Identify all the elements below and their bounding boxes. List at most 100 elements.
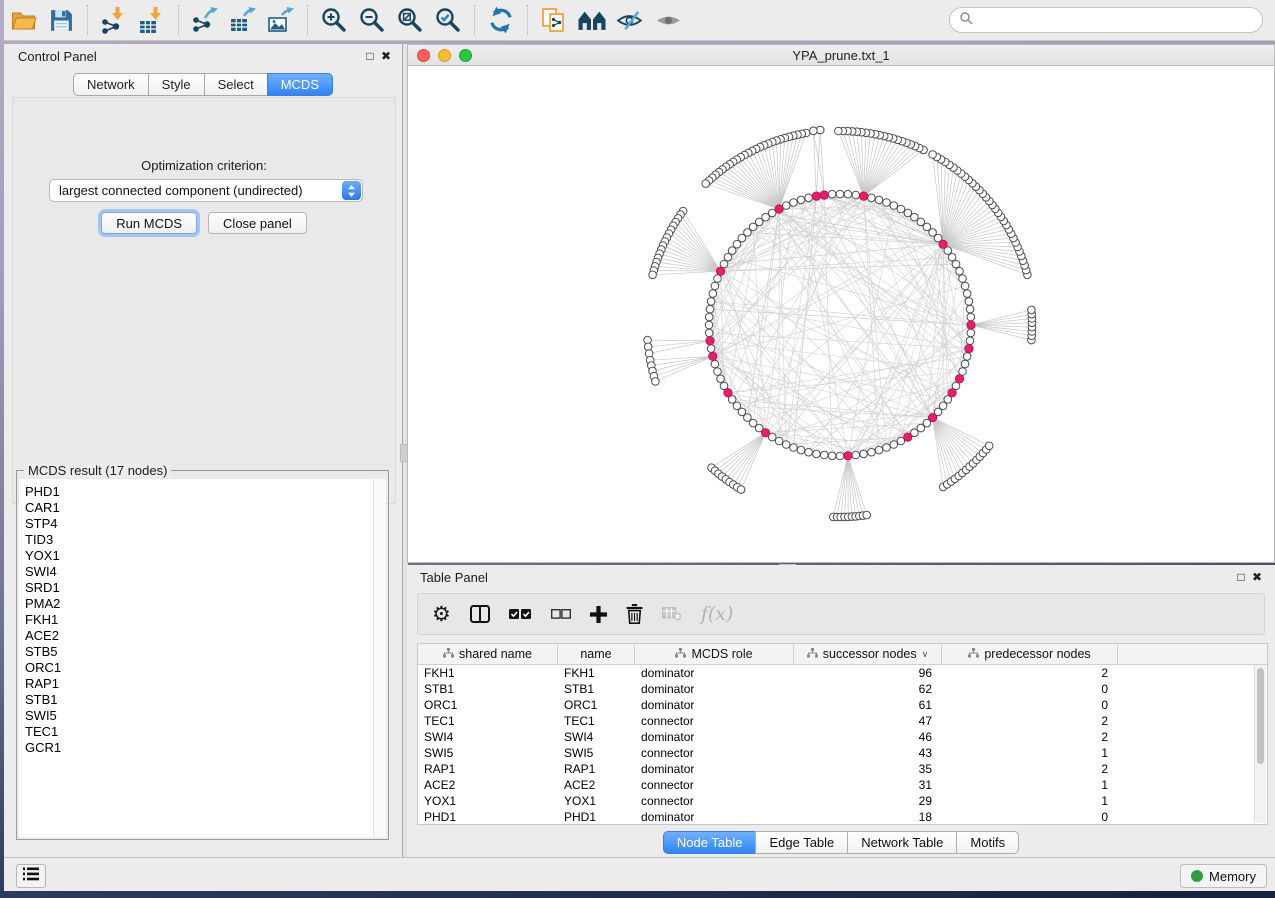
- cell-name: SWI5: [558, 746, 635, 760]
- tab-network-table[interactable]: Network Table: [847, 831, 956, 854]
- tab-style[interactable]: Style: [148, 73, 204, 96]
- mcds-result-item[interactable]: STP4: [19, 516, 374, 532]
- mcds-list-scrollbar[interactable]: [373, 479, 386, 837]
- table-panel-titlebar: Table Panel □ ✖: [407, 565, 1275, 589]
- tab-mcds[interactable]: MCDS: [267, 73, 333, 96]
- criterion-selected-value: largest connected component (undirected): [59, 183, 303, 198]
- open-folder-icon[interactable]: [4, 3, 42, 37]
- cell-successor_nodes: 96: [794, 666, 942, 680]
- tab-motifs[interactable]: Motifs: [956, 831, 1019, 854]
- close-panel-icon[interactable]: ✖: [1249, 569, 1265, 585]
- save-icon[interactable]: [42, 3, 80, 37]
- memory-button[interactable]: Memory: [1180, 864, 1267, 888]
- tab-network[interactable]: Network: [73, 73, 148, 96]
- column-header-shared_name[interactable]: shared name: [418, 644, 558, 664]
- column-header-name[interactable]: name: [558, 644, 635, 664]
- export-network-icon[interactable]: [186, 3, 224, 37]
- show-all-icon[interactable]: [649, 3, 687, 37]
- tab-node-table[interactable]: Node Table: [663, 831, 756, 854]
- column-header-successor_nodes[interactable]: successor nodes∨: [794, 644, 942, 664]
- table-row[interactable]: ORC1ORC1dominator610: [418, 697, 1267, 713]
- table-scrollbar[interactable]: [1254, 665, 1266, 823]
- mcds-result-item[interactable]: GCR1: [19, 740, 374, 756]
- table-row[interactable]: YOX1YOX1connector291: [418, 793, 1267, 809]
- table-row[interactable]: ACE2ACE2connector311: [418, 777, 1267, 793]
- float-panel-icon[interactable]: □: [362, 48, 378, 64]
- run-mcds-button[interactable]: Run MCDS: [101, 212, 197, 234]
- cell-successor_nodes: 47: [794, 714, 942, 728]
- network-window-titlebar[interactable]: YPA_prune.txt_1: [408, 45, 1274, 66]
- mcds-result-groupbox: MCDS result (17 nodes) PHD1CAR1STP4TID3Y…: [16, 470, 389, 840]
- first-neighbors-icon[interactable]: [573, 3, 611, 37]
- table-row[interactable]: RAP1RAP1dominator352: [418, 761, 1267, 777]
- apply-layout-icon[interactable]: [482, 3, 520, 37]
- zoom-out-icon[interactable]: [353, 3, 391, 37]
- mcds-result-item[interactable]: SWI4: [19, 564, 374, 580]
- column-label: name: [580, 647, 611, 661]
- table-row[interactable]: SWI4SWI4dominator462: [418, 729, 1267, 745]
- mcds-result-item[interactable]: CAR1: [19, 500, 374, 516]
- close-panel-icon[interactable]: ✖: [378, 48, 394, 64]
- mcds-result-item[interactable]: PHD1: [19, 484, 374, 500]
- task-history-button[interactable]: [16, 864, 46, 888]
- import-network-icon[interactable]: [95, 3, 133, 37]
- search-input[interactable]: [978, 12, 1253, 28]
- mcds-result-item[interactable]: SRD1: [19, 580, 374, 596]
- mcds-result-item[interactable]: ACE2: [19, 628, 374, 644]
- hide-selection-icon[interactable]: [611, 3, 649, 37]
- delete-table-icon[interactable]: [662, 607, 682, 621]
- add-column-icon[interactable]: [590, 606, 607, 623]
- column-header-mcds_role[interactable]: MCDS role: [635, 644, 794, 664]
- cell-successor_nodes: 29: [794, 794, 942, 808]
- mcds-result-item[interactable]: STB5: [19, 644, 374, 660]
- deselect-all-icon[interactable]: [551, 609, 571, 620]
- cell-name: ORC1: [558, 698, 635, 712]
- zoom-in-icon[interactable]: [315, 3, 353, 37]
- mcds-result-item[interactable]: YOX1: [19, 548, 374, 564]
- column-selector-icon[interactable]: [470, 605, 490, 623]
- cell-mcds_role: connector: [635, 714, 794, 728]
- mcds-result-item[interactable]: TID3: [19, 532, 374, 548]
- close-panel-button[interactable]: Close panel: [208, 212, 307, 234]
- delete-column-icon[interactable]: [626, 604, 643, 624]
- shared-column-icon: [968, 647, 979, 661]
- cell-predecessor_nodes: 2: [942, 714, 1118, 728]
- column-header-predecessor_nodes[interactable]: predecessor nodes: [942, 644, 1118, 664]
- cell-mcds_role: dominator: [635, 682, 794, 696]
- select-all-icon[interactable]: [509, 608, 532, 620]
- cell-predecessor_nodes: 0: [942, 698, 1118, 712]
- select-stepper-icon: [342, 181, 361, 200]
- mcds-result-item[interactable]: FKH1: [19, 612, 374, 628]
- optimization-criterion-select[interactable]: largest connected component (undirected): [49, 179, 363, 202]
- function-builder-icon[interactable]: f(x): [701, 603, 734, 625]
- mcds-result-item[interactable]: STB1: [19, 692, 374, 708]
- table-scrollbar-thumb[interactable]: [1257, 668, 1264, 764]
- cell-successor_nodes: 35: [794, 762, 942, 776]
- new-network-from-selection-icon[interactable]: [535, 3, 573, 37]
- network-search-field[interactable]: [949, 7, 1263, 33]
- table-row[interactable]: SWI5SWI5connector431: [418, 745, 1267, 761]
- export-table-icon[interactable]: [224, 3, 262, 37]
- table-row[interactable]: TEC1TEC1connector472: [418, 713, 1267, 729]
- table-row[interactable]: STB1STB1dominator620: [418, 681, 1267, 697]
- mcds-result-list[interactable]: PHD1CAR1STP4TID3YOX1SWI4SRD1PMA2FKH1ACE2…: [19, 479, 374, 837]
- zoom-selected-icon[interactable]: [429, 3, 467, 37]
- mcds-result-item[interactable]: TEC1: [19, 724, 374, 740]
- table-row[interactable]: FKH1FKH1dominator962: [418, 665, 1267, 681]
- import-table-icon[interactable]: [133, 3, 171, 37]
- mcds-result-item[interactable]: PMA2: [19, 596, 374, 612]
- settings-gear-icon[interactable]: ⚙: [432, 604, 451, 624]
- table-row[interactable]: PHD1PHD1dominator180: [418, 809, 1267, 825]
- float-panel-icon[interactable]: □: [1233, 569, 1249, 585]
- mcds-result-item[interactable]: SWI5: [19, 708, 374, 724]
- export-image-icon[interactable]: [262, 3, 300, 37]
- tab-select[interactable]: Select: [204, 73, 267, 96]
- mcds-result-item[interactable]: RAP1: [19, 676, 374, 692]
- tab-edge-table[interactable]: Edge Table: [755, 831, 847, 854]
- mcds-panel: Optimization criterion: largest connecte…: [12, 97, 396, 504]
- mcds-result-item[interactable]: ORC1: [19, 660, 374, 676]
- cell-successor_nodes: 31: [794, 778, 942, 792]
- network-canvas[interactable]: [408, 66, 1274, 562]
- zoom-fit-icon[interactable]: [391, 3, 429, 37]
- cell-mcds_role: dominator: [635, 698, 794, 712]
